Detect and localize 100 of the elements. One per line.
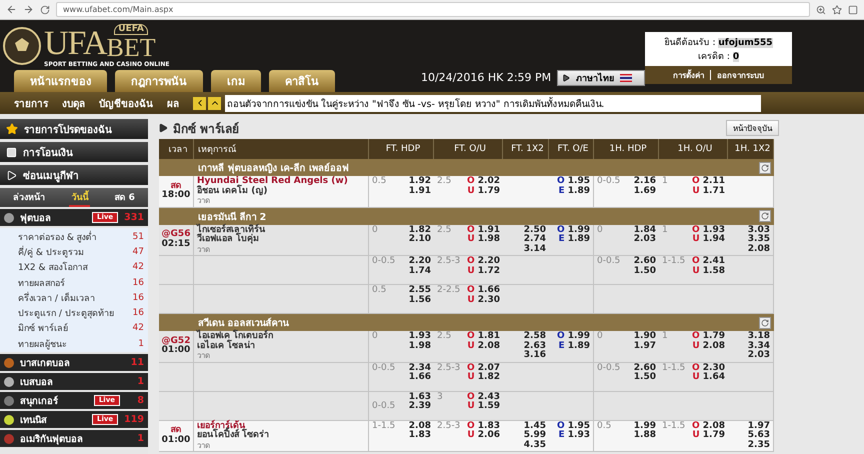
sport-subitem[interactable]: ทายผลสกอร์ 16 [0,274,148,290]
sport-item[interactable]: อเมริกันฟุตบอล 1 [0,430,148,448]
odds-value[interactable]: E 1.93 [556,431,590,440]
odds-value[interactable]: 3.16 [506,351,546,360]
odds-value[interactable]: 3.14 [506,244,546,254]
odds-value[interactable]: 1.74 [408,266,431,276]
odds-value[interactable]: 1.66 [408,373,431,382]
odds-value[interactable]: 3.18 [731,332,770,342]
reload-icon[interactable] [40,4,50,14]
odds-value[interactable]: 5.63 [731,431,770,440]
odds-value[interactable]: 2.10 [408,235,431,244]
nav-link[interactable]: ผล [167,96,179,110]
refresh-icon[interactable] [759,316,771,328]
odds-value[interactable]: 3.03 [731,226,770,235]
odds-value[interactable]: U 2.30 [466,296,500,305]
odds-value[interactable]: 2.58 [506,332,546,342]
prev-button[interactable] [193,96,206,110]
odds-value[interactable]: 2.60 [634,257,656,266]
odds-value[interactable]: 1.97 [731,422,770,431]
odds-value[interactable]: U 1.79 [692,431,725,440]
odds-value[interactable]: 1.56 [408,296,431,305]
sport-item[interactable]: บาสเกตบอล 11 [0,354,148,372]
settings-link[interactable]: การตั้งค่า [673,68,704,82]
sidebar-tab[interactable]: วันนี้ [69,188,90,206]
odds-value[interactable]: O 1.66 [466,286,500,296]
odds-value[interactable]: U 1.59 [466,402,500,412]
odds-value[interactable]: 1.92 [408,177,431,186]
odds-value[interactable]: 2.55 [408,286,431,296]
odds-value[interactable]: 1.98 [408,342,431,351]
odds-value[interactable]: U 1.98 [466,235,500,244]
odds-value[interactable]: 2.03 [731,351,770,360]
odds-value[interactable]: O 1.81 [466,332,500,342]
odds-value[interactable]: 1.84 [634,226,656,235]
sport-subitem[interactable]: มิกซ์ พาร์เลย์ 42 [0,320,148,336]
current-page-button[interactable]: หน้าปัจจุบัน [726,120,779,136]
odds-value[interactable]: U 1.58 [692,266,725,276]
odds-value[interactable]: 1.50 [634,266,656,276]
odds-value[interactable]: O 1.91 [466,226,500,235]
refresh-icon[interactable] [759,162,771,174]
sport-subitem[interactable]: ครึ่งเวลา / เต็มเวลา 16 [0,290,148,306]
odds-value[interactable]: U 1.82 [466,373,500,382]
odds-value[interactable]: U 1.72 [466,266,500,276]
odds-value[interactable]: O 2.41 [692,257,725,266]
odds-value[interactable]: U 1.64 [692,373,725,382]
odds-value[interactable]: 2.63 [506,342,546,351]
odds-value[interactable]: 1.91 [408,186,431,196]
odds-value[interactable]: 2.08 [408,422,431,431]
refresh-icon[interactable] [759,210,771,222]
sport-subitem[interactable]: คี่/คู่ & ประตูรวม 47 [0,244,148,260]
odds-value[interactable]: 1.82 [408,226,431,235]
odds-value[interactable]: O 2.30 [692,364,725,373]
odds-value[interactable]: U 2.06 [466,431,500,440]
sidebar-menu-item[interactable]: รายการโปรดของฉัน [0,119,148,139]
odds-value[interactable]: 1.83 [408,431,431,440]
odds-value[interactable]: U 2.08 [466,342,500,351]
odds-value[interactable]: U 1.94 [692,235,725,244]
odds-value[interactable]: E 1.89 [556,186,590,196]
odds-value[interactable]: 2.03 [634,235,656,244]
back-icon[interactable] [6,4,17,15]
odds-value[interactable]: U 1.71 [692,186,725,196]
odds-value[interactable]: O 1.99 [556,226,590,235]
odds-value[interactable]: O 2.43 [466,392,500,402]
sport-subitem[interactable]: ราคาต่อรอง & สูงต่ำ 51 [0,229,148,244]
odds-value[interactable]: U 2.08 [692,342,725,351]
sidebar-tab[interactable]: ล่วงหน้า [11,188,48,206]
odds-value[interactable]: 3.34 [731,342,770,351]
odds-value[interactable]: 1.93 [408,332,431,342]
nav-link[interactable]: รายการ [14,96,48,110]
odds-value[interactable]: 1.63 [408,392,431,402]
forward-icon[interactable] [23,4,34,15]
logout-link[interactable]: ออกจากระบบ [717,68,764,82]
odds-value[interactable]: 1.88 [634,431,656,440]
nav-link[interactable]: บัญชีของฉัน [99,96,153,110]
sidebar-menu-item[interactable]: การโอนเงิน [0,142,148,162]
odds-value[interactable]: E 1.89 [556,342,590,351]
odds-value[interactable]: E 1.89 [556,235,590,244]
odds-value[interactable]: 2.74 [506,235,546,244]
odds-value[interactable]: 4.35 [506,440,546,450]
odds-value[interactable]: 2.50 [506,226,546,235]
sport-item[interactable]: เบสบอล 1 [0,373,148,390]
sport-subitem[interactable]: ทายผลผู้ชนะ 1 [0,336,148,352]
odds-value[interactable]: 1.45 [506,422,546,431]
odds-value[interactable]: 2.39 [408,402,431,412]
odds-value[interactable]: 5.99 [506,431,546,440]
sport-subitem[interactable]: 1X2 & สองโอกาส 42 [0,260,148,275]
zoom-icon[interactable] [816,4,826,14]
odds-value[interactable]: 2.08 [731,244,770,254]
bookmark-icon[interactable] [832,4,842,14]
odds-value[interactable]: O 2.20 [466,257,500,266]
odds-value[interactable]: 2.20 [408,257,431,266]
odds-value[interactable]: 3.35 [731,235,770,244]
odds-value[interactable]: 1.50 [634,373,656,382]
odds-value[interactable]: 1.99 [634,422,656,431]
odds-value[interactable]: O 2.02 [466,177,500,186]
sidebar-tab[interactable]: สด 6 [112,188,137,206]
odds-value[interactable]: O 1.79 [692,332,725,342]
sport-subitem[interactable]: ประตูแรก / ประตูสุดท้าย 16 [0,305,148,321]
odds-value[interactable]: O 1.95 [556,422,590,431]
odds-value[interactable]: 1.69 [634,186,656,196]
odds-value[interactable]: O 2.07 [466,364,500,373]
